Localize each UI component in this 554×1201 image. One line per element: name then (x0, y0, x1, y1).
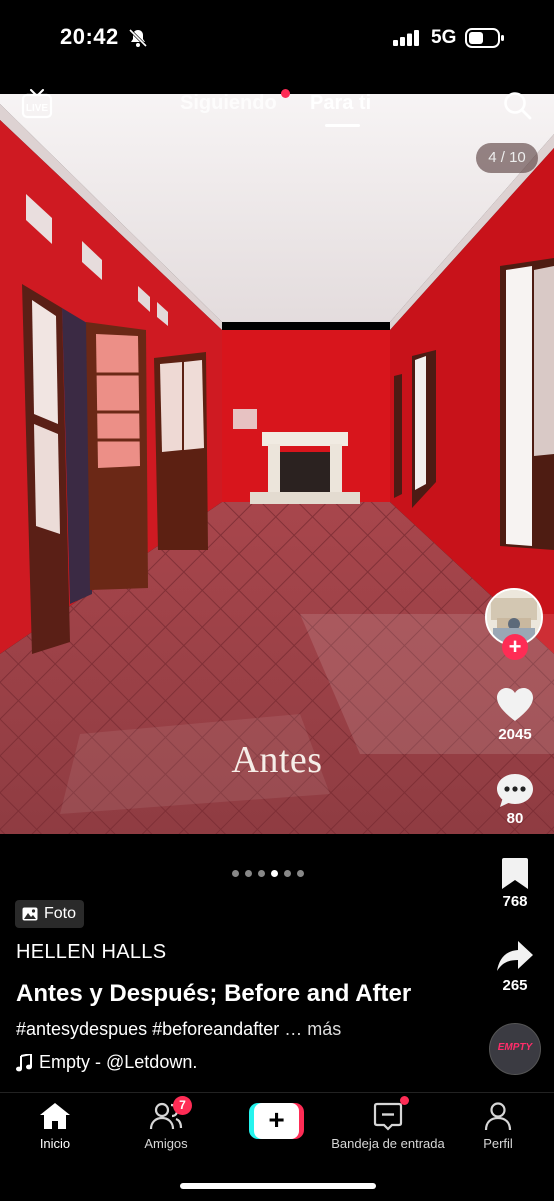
network-label: 5G (431, 27, 457, 48)
save-count: 768 (502, 893, 528, 910)
post-hashtags[interactable]: #antesydespues #beforeandafter … más (16, 1019, 341, 1040)
nav-home-label: Inicio (39, 1136, 71, 1151)
photo-counter: 4 / 10 (476, 143, 538, 173)
like-count: 2045 (498, 726, 532, 743)
friends-badge: 7 (173, 1096, 192, 1115)
music-title: Empty - @Letdown. (39, 1052, 198, 1072)
music-disc[interactable]: EMPTY (489, 1023, 541, 1075)
photo-caption: Antes (231, 739, 323, 781)
photo-type-badge: Foto (15, 900, 85, 928)
carousel-dot (297, 870, 304, 877)
active-tab-underline (325, 124, 360, 127)
nav-inbox[interactable]: Bandeja de entrada (325, 1101, 451, 1151)
comment-icon[interactable] (496, 772, 534, 808)
bell-muted-icon (128, 28, 148, 48)
disc-label: EMPTY (497, 1042, 533, 1053)
plus-icon: + (254, 1103, 299, 1139)
carousel-dots (232, 864, 310, 882)
signal-icon (393, 30, 419, 46)
nav-profile-label: Perfil (483, 1136, 513, 1151)
share-count: 265 (502, 977, 528, 994)
image-icon (22, 907, 38, 921)
carousel-dot (245, 870, 252, 877)
more-link[interactable]: … más (284, 1019, 341, 1039)
search-icon[interactable] (502, 90, 532, 120)
bookmark-icon[interactable] (499, 857, 531, 891)
home-icon (40, 1103, 70, 1129)
carousel-dot (284, 870, 291, 877)
nav-profile[interactable]: Perfil (470, 1101, 526, 1151)
share-icon[interactable] (496, 939, 534, 973)
status-bar: 20:42 5G (0, 0, 554, 80)
profile-icon (484, 1102, 512, 1131)
live-icon[interactable]: LIVE (21, 89, 53, 119)
tab-for-you[interactable]: Para ti (310, 92, 371, 115)
comment-count: 80 (506, 810, 524, 827)
heart-icon[interactable] (496, 687, 534, 723)
music-row[interactable]: Empty - @Letdown. (16, 1052, 197, 1073)
create-button[interactable]: + (249, 1103, 304, 1139)
battery-icon (465, 28, 504, 48)
carousel-dot (232, 870, 239, 877)
photo-type-label: Foto (44, 905, 77, 922)
home-indicator[interactable] (180, 1183, 376, 1189)
live-label: LIVE (26, 103, 49, 114)
inbox-icon (373, 1102, 403, 1131)
music-note-icon (16, 1053, 32, 1071)
nav-home[interactable]: Inicio (28, 1101, 82, 1151)
nav-inbox-label: Bandeja de entrada (331, 1136, 445, 1151)
inbox-notification-dot (400, 1096, 409, 1105)
tab-following[interactable]: Siguiendo (180, 92, 277, 115)
post-title: Antes y Después; Before and After (16, 980, 412, 1007)
following-notification-dot (281, 89, 290, 98)
author-name[interactable]: HELLEN HALLS (16, 941, 166, 964)
hashtags-text[interactable]: #antesydespues #beforeandafter (16, 1019, 279, 1039)
carousel-dot (258, 870, 265, 877)
post-photo[interactable] (0, 94, 554, 834)
carousel-dot-active (271, 870, 278, 877)
nav-friends-label: Amigos (144, 1136, 188, 1151)
room-illustration (0, 94, 554, 834)
follow-plus-button[interactable]: + (502, 634, 528, 660)
status-time: 20:42 (60, 24, 119, 49)
